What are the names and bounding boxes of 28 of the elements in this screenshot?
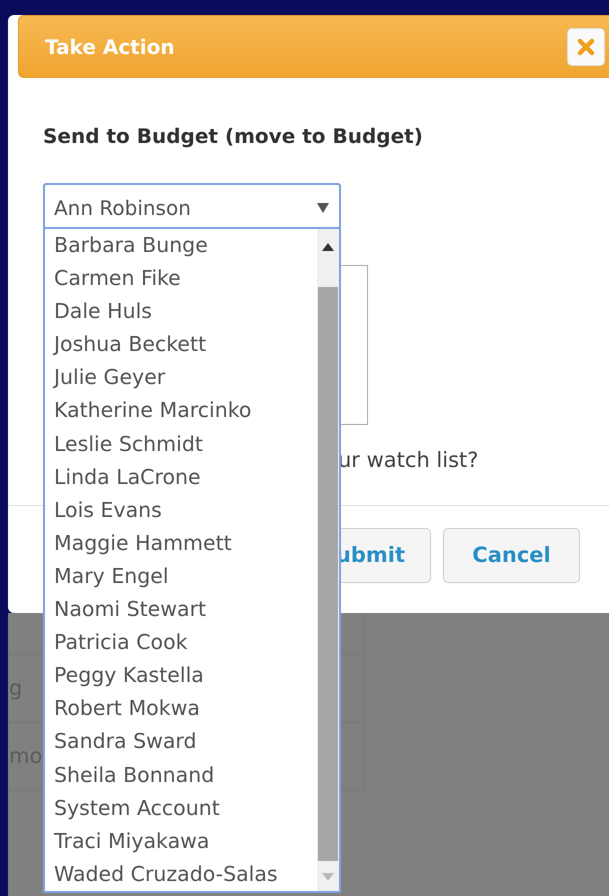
dialog-title: Take Action <box>45 34 175 60</box>
scroll-down-icon[interactable] <box>322 873 334 881</box>
dropdown-option[interactable]: Katherine Marcinko <box>54 394 317 428</box>
action-prompt: Send to Budget (move to Budget) <box>42 123 423 150</box>
dropdown-option[interactable]: Linda LaCrone <box>54 460 317 494</box>
dropdown-option[interactable]: Patricia Cook <box>54 626 317 660</box>
dropdown-option[interactable]: Barbara Bunge <box>54 229 317 262</box>
dropdown-option[interactable]: Lois Evans <box>54 494 317 527</box>
dropdown-option[interactable]: Naomi Stewart <box>54 593 317 626</box>
close-icon <box>577 38 595 56</box>
dropdown-option[interactable]: Peggy Kastella <box>54 659 317 692</box>
dropdown-option[interactable]: Julie Geyer <box>54 361 317 394</box>
scrollbar[interactable] <box>317 229 339 891</box>
dropdown-option[interactable]: Leslie Schmidt <box>54 428 317 461</box>
caret-icon <box>317 202 329 212</box>
dropdown-option[interactable]: Joshua Beckett <box>54 328 317 362</box>
scrollbar-thumb[interactable] <box>318 287 338 861</box>
dropdown-option[interactable]: System Account <box>54 792 317 825</box>
dropdown-option[interactable]: Waded Cruzado-Salas <box>54 858 317 891</box>
close-button[interactable] <box>567 28 605 66</box>
dropdown-option[interactable]: Dale Huls <box>54 295 317 328</box>
dropdown-option[interactable]: Sandra Sward <box>54 725 317 758</box>
scroll-up-icon[interactable] <box>322 243 334 251</box>
dropdown-option[interactable]: Sheila Bonnand <box>54 758 317 792</box>
dropdown-option[interactable]: Robert Mokwa <box>54 692 317 726</box>
assignee-select[interactable]: Ann Robinson <box>43 183 341 230</box>
dropdown-option[interactable]: Traci Miyakawa <box>54 824 317 858</box>
dropdown-option[interactable]: Carmen Fike <box>54 262 317 296</box>
